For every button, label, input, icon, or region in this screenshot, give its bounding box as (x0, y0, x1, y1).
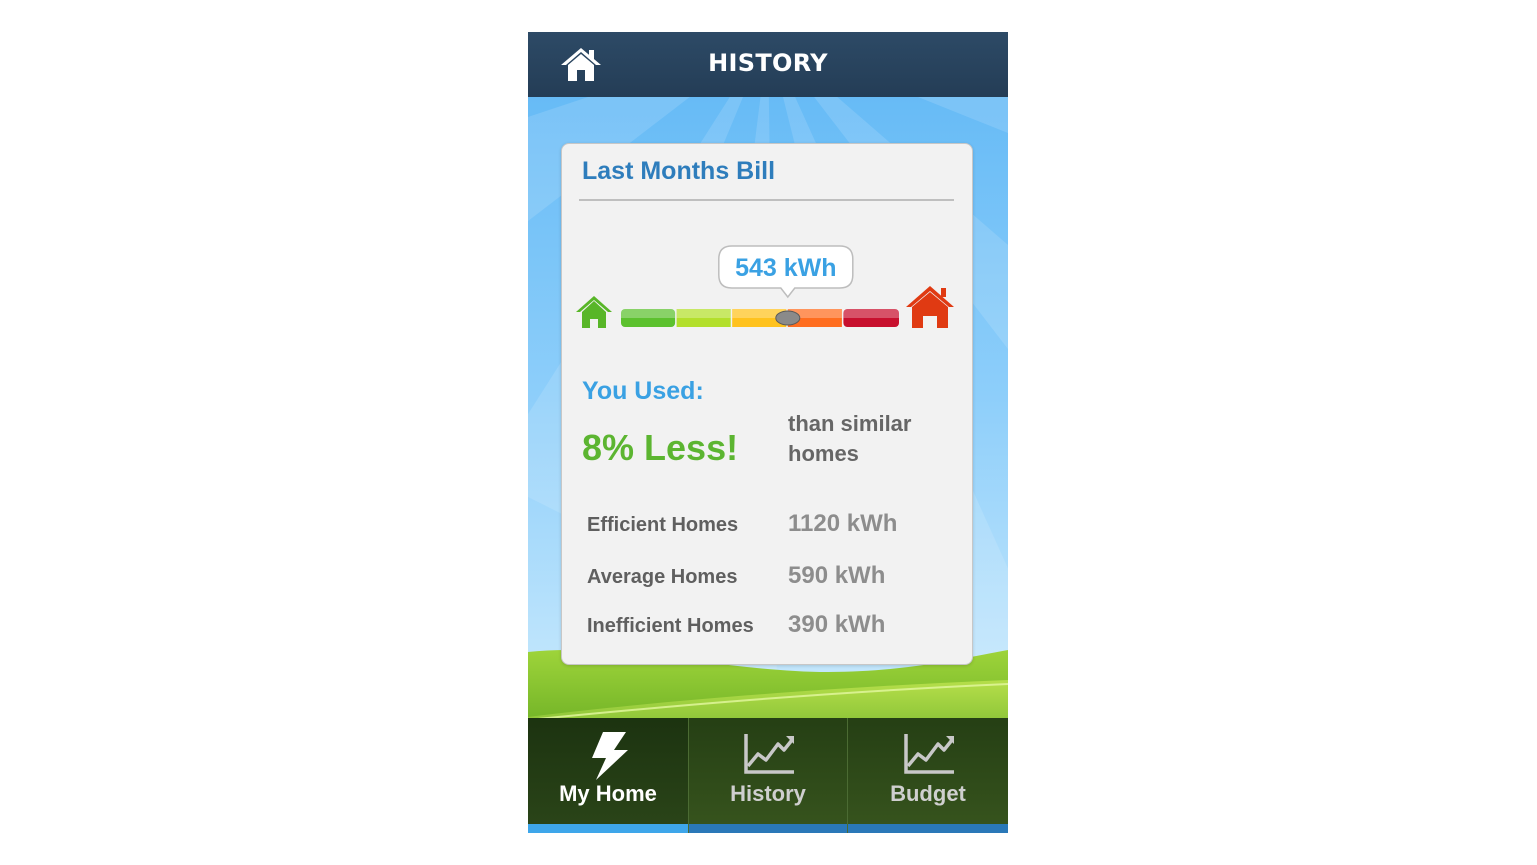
gauge-marker (775, 310, 801, 326)
usage-scale-bar (621, 309, 899, 327)
stat-value-inefficient: 390 kWh (788, 611, 886, 638)
usage-gauge: 543 kWh (576, 245, 954, 328)
tab-active-indicator (528, 824, 688, 833)
tab-label-history: History (730, 781, 806, 806)
tab-label-my-home: My Home (559, 781, 657, 806)
chart-icon (904, 734, 954, 774)
usage-value-label: 543 kWh (735, 254, 836, 282)
comparison-text: than similar homes (788, 411, 912, 466)
stat-value-average: 590 kWh (788, 562, 886, 589)
stat-label-average: Average Homes (587, 566, 738, 588)
usage-value-bubble: 543 kWh (718, 245, 854, 299)
stat-value-efficient: 1120 kWh (788, 510, 898, 537)
app-header: HISTORY (528, 32, 1008, 97)
home-icon (561, 48, 601, 81)
stat-label-efficient: Efficient Homes (587, 514, 739, 536)
tab-history[interactable]: History (688, 718, 848, 833)
tab-label-budget: Budget (890, 781, 966, 806)
gauge-segment-highlight (843, 309, 899, 318)
bottom-tab-bar: My Home History Budget (528, 718, 1008, 833)
chart-icon (744, 734, 794, 774)
gauge-segment-highlight (621, 309, 676, 318)
app-screen: HISTORY Last Months Bill 543 kWh You Use… (528, 32, 1008, 833)
usage-difference: 8% Less! (582, 427, 739, 468)
tab-budget[interactable]: Budget (848, 718, 1008, 833)
card-title: Last Months Bill (582, 157, 776, 185)
title-divider (579, 199, 954, 201)
green-house-icon (576, 296, 612, 328)
stat-label-inefficient: Inefficient Homes (587, 615, 754, 637)
home-button[interactable] (559, 46, 603, 84)
lightning-icon (592, 732, 628, 780)
you-used-label: You Used: (582, 377, 704, 405)
gauge-segment-highlight (676, 309, 731, 318)
tab-my-home[interactable]: My Home (528, 718, 688, 833)
red-house-icon (906, 286, 954, 328)
last-months-bill-card: Last Months Bill 543 kWh You Used: 8% Le… (561, 143, 973, 665)
